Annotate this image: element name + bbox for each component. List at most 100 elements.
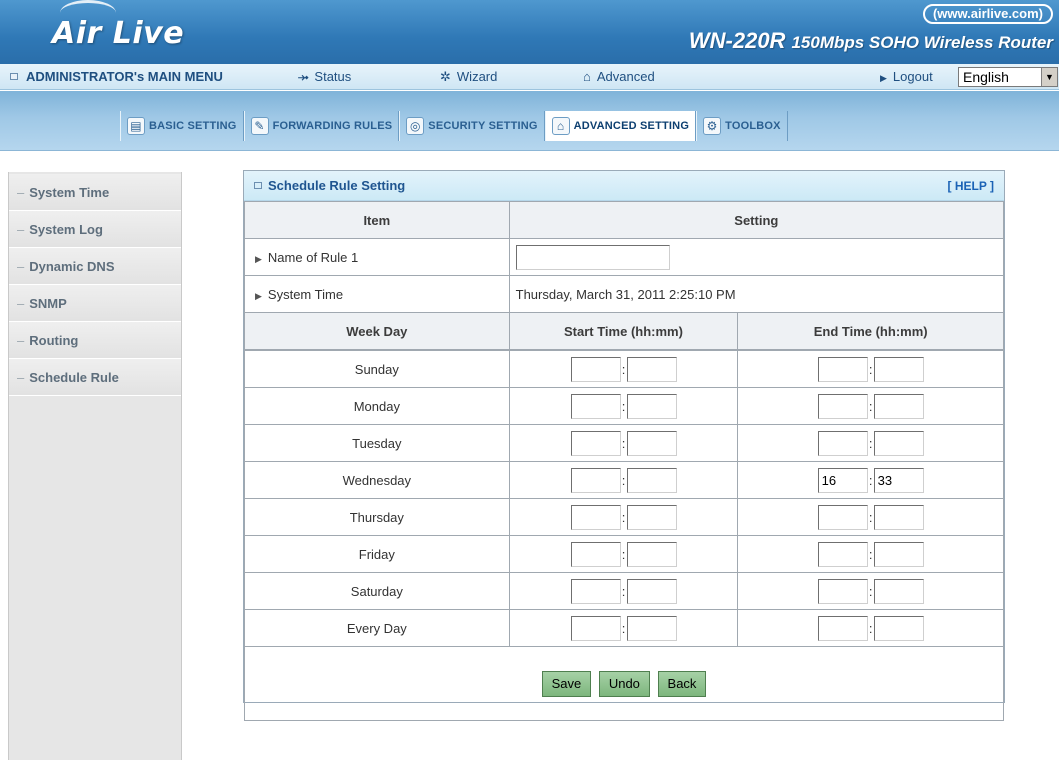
- weekday-name: Tuesday: [244, 424, 510, 462]
- end-hour-input[interactable]: [817, 356, 868, 382]
- status-icon: ⤞: [298, 69, 309, 84]
- advanced-icon: ⌂: [583, 69, 591, 84]
- end-minute-input[interactable]: [873, 393, 924, 419]
- end-minute-input[interactable]: [873, 430, 924, 456]
- end-minute-input[interactable]: [873, 578, 924, 604]
- pen-icon: ✎: [250, 117, 269, 135]
- sidebar: – System Time – System Log – Dynamic DNS – S…: [8, 172, 182, 760]
- tab-label: SECURITY SETTING: [428, 120, 538, 132]
- back-button[interactable]: Back: [657, 670, 707, 697]
- end-hour-input[interactable]: [817, 541, 868, 567]
- sidebar-item-system-log[interactable]: – System Log: [9, 211, 181, 248]
- start-hour-input[interactable]: [570, 430, 621, 456]
- panel-title-text: Schedule Rule Setting: [268, 178, 406, 193]
- wizard-label: Wizard: [456, 69, 498, 84]
- end-hour-input[interactable]: [817, 578, 868, 604]
- button-row: Save Undo Back: [244, 646, 1004, 721]
- weekday-name: Every Day: [244, 609, 510, 647]
- advanced-menu-link[interactable]: ⌂ Advanced: [583, 69, 655, 84]
- end-hour-input[interactable]: [817, 467, 868, 493]
- end-minute-input[interactable]: [873, 615, 924, 641]
- product-model: WN-220R: [688, 28, 786, 53]
- tabs-strip: ▤ BASIC SETTING ✎ FORWARDING RULES ◎ SECURI…: [120, 111, 788, 141]
- tab-forwarding-rules[interactable]: ✎ FORWARDING RULES: [243, 111, 400, 141]
- column-header-start-time: Start Time (hh:mm): [508, 312, 739, 350]
- start-minute-input[interactable]: [626, 541, 677, 567]
- end-minute-input[interactable]: [873, 356, 924, 382]
- advanced-label: Advanced: [596, 69, 655, 84]
- section-tabs-bar: ▤ BASIC SETTING ✎ FORWARDING RULES ◎ SECURI…: [0, 91, 1059, 151]
- end-time-cell: :: [737, 609, 1004, 647]
- end-hour-input[interactable]: [817, 393, 868, 419]
- start-time-cell: :: [508, 535, 739, 573]
- rule-name-row: ▶ Name of Rule 1: [244, 238, 1005, 276]
- weekday-name: Wednesday: [244, 461, 510, 499]
- logout-link[interactable]: ▶ Logout: [880, 69, 933, 84]
- advanced-icon: ⌂: [551, 117, 570, 135]
- sidebar-item-schedule-rule[interactable]: – Schedule Rule: [9, 359, 181, 396]
- start-minute-input[interactable]: [626, 356, 677, 382]
- start-minute-input[interactable]: [626, 615, 677, 641]
- button-cell: Save Undo Back: [244, 646, 1004, 721]
- end-hour-input[interactable]: [817, 504, 868, 530]
- lock-icon: ◎: [406, 117, 425, 135]
- start-minute-input[interactable]: [626, 467, 677, 493]
- wizard-menu-link[interactable]: ✲ Wizard: [440, 69, 497, 85]
- end-time-cell: :: [737, 535, 1004, 573]
- save-button[interactable]: Save: [541, 670, 592, 697]
- end-hour-input[interactable]: [817, 615, 868, 641]
- start-time-cell: :: [508, 572, 739, 610]
- weekday-row: Tuesday::: [244, 424, 1004, 462]
- end-minute-input[interactable]: [873, 467, 924, 493]
- start-hour-input[interactable]: [570, 467, 621, 493]
- end-hour-input[interactable]: [817, 430, 868, 456]
- end-time-cell: :: [737, 572, 1004, 610]
- start-hour-input[interactable]: [570, 541, 621, 567]
- main-menu-bar: ADMINISTRATOR's MAIN MENU ⤞ Status ✲ Wizar…: [0, 64, 1059, 90]
- end-minute-input[interactable]: [873, 541, 924, 567]
- triangle-right-icon: ▶: [255, 290, 262, 301]
- start-minute-input[interactable]: [626, 504, 677, 530]
- start-minute-input[interactable]: [626, 578, 677, 604]
- start-hour-input[interactable]: [570, 356, 621, 382]
- panel-header: Schedule Rule Setting [ HELP ]: [244, 171, 1004, 201]
- end-time-cell: :: [737, 498, 1004, 536]
- end-minute-input[interactable]: [873, 504, 924, 530]
- weekday-row: Wednesday::: [244, 461, 1004, 499]
- help-link[interactable]: [ HELP ]: [948, 179, 994, 193]
- admin-main-menu-link[interactable]: ADMINISTRATOR's MAIN MENU: [10, 69, 223, 84]
- start-minute-input[interactable]: [626, 393, 677, 419]
- schedule-table: Item Setting ▶ Name of Rule 1 ▶ System Tim…: [244, 201, 1005, 350]
- sidebar-item-system-time[interactable]: – System Time: [9, 174, 181, 211]
- end-time-cell: :: [737, 424, 1004, 462]
- tab-toolbox[interactable]: ⚙ TOOLBOX: [696, 111, 788, 141]
- weekday-name: Saturday: [244, 572, 510, 610]
- sidebar-item-dynamic-dns[interactable]: – Dynamic DNS: [9, 248, 181, 285]
- tab-label: BASIC SETTING: [149, 120, 237, 132]
- status-menu-link[interactable]: ⤞ Status: [298, 69, 351, 85]
- site-url-badge[interactable]: (www.airlive.com): [922, 4, 1053, 24]
- language-select[interactable]: English ▼: [958, 67, 1058, 87]
- system-time-value: Thursday, March 31, 2011 2:25:10 PM: [508, 275, 1005, 313]
- logout-label: Logout: [892, 69, 933, 84]
- undo-button[interactable]: Undo: [598, 670, 650, 697]
- rule-name-input[interactable]: [515, 244, 670, 270]
- weekday-row: Monday::: [244, 387, 1004, 425]
- dash-icon: –: [17, 185, 25, 200]
- tab-advanced-setting[interactable]: ⌂ ADVANCED SETTING: [544, 111, 697, 141]
- column-header-item: Item: [244, 201, 510, 239]
- start-minute-input[interactable]: [626, 430, 677, 456]
- chevron-down-icon[interactable]: ▼: [1041, 68, 1057, 86]
- weekday-row: Friday::: [244, 535, 1004, 573]
- start-hour-input[interactable]: [570, 393, 621, 419]
- sidebar-item-snmp[interactable]: – SNMP: [9, 285, 181, 322]
- tab-security-setting[interactable]: ◎ SECURITY SETTING: [399, 111, 545, 141]
- sidebar-item-label: Routing: [29, 333, 79, 348]
- tab-basic-setting[interactable]: ▤ BASIC SETTING: [120, 111, 244, 141]
- sidebar-item-routing[interactable]: – Routing: [9, 322, 181, 359]
- start-hour-input[interactable]: [570, 578, 621, 604]
- start-hour-input[interactable]: [570, 615, 621, 641]
- start-hour-input[interactable]: [570, 504, 621, 530]
- tools-icon: ⚙: [703, 117, 722, 135]
- square-bullet-icon: [254, 182, 262, 189]
